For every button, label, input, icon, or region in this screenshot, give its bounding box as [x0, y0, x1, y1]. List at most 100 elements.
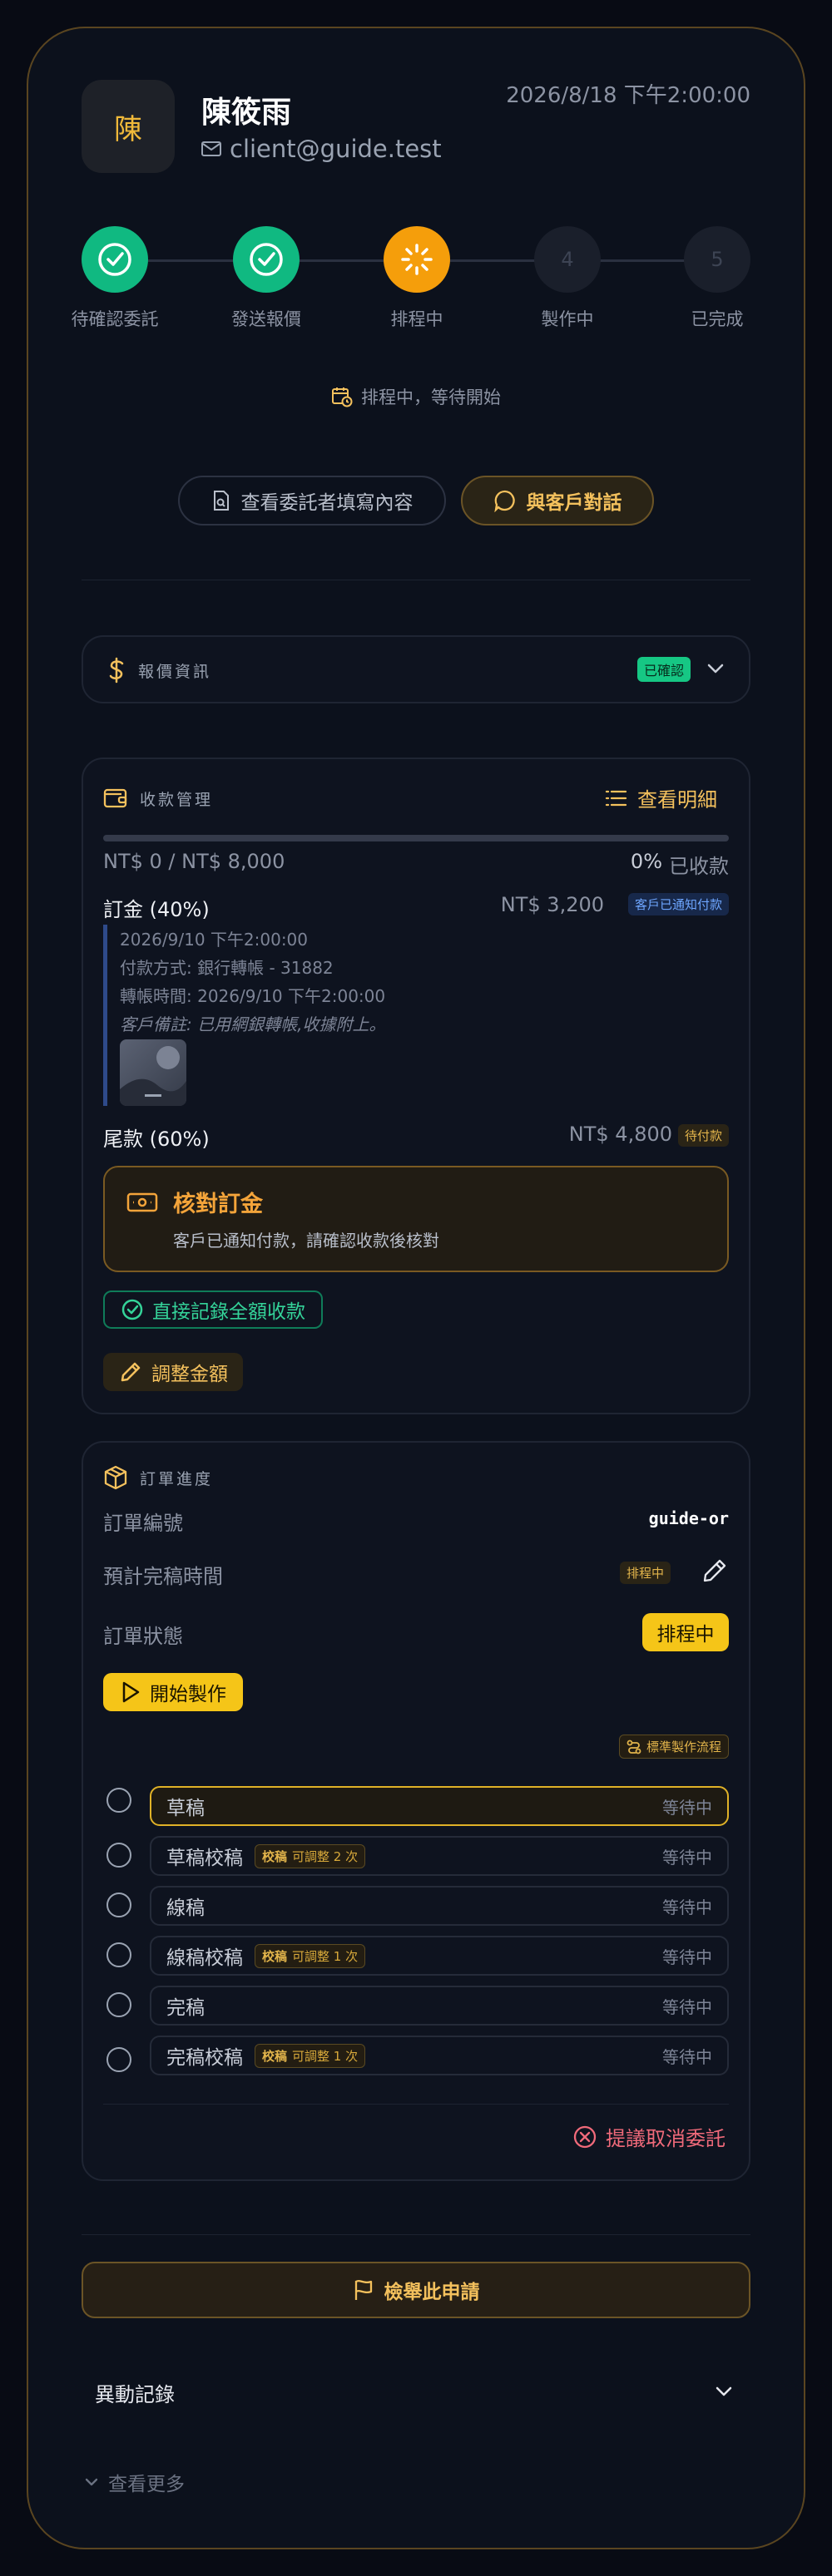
task-row[interactable]: 草稿校稿 校稿 可調整 2 次 等待中 [150, 1836, 729, 1876]
view-form-button[interactable]: 查看委託者填寫內容 [178, 476, 446, 526]
task-row[interactable]: 線稿校稿 校稿 可調整 1 次 等待中 [150, 1936, 729, 1976]
task-row[interactable]: 完稿 等待中 [150, 1986, 729, 2026]
chat-label: 與客戶對話 [526, 492, 622, 514]
task-state: 等待中 [662, 1897, 712, 1917]
step-label: 發送報價 [231, 309, 301, 329]
final-amount: NT$ 4,800 [568, 1123, 672, 1146]
task-name: 草稿 [166, 1798, 205, 1819]
review-badge: 校稿 可調整 1 次 [255, 2043, 366, 2068]
flag-icon [353, 2278, 374, 2302]
view-details-link[interactable]: 查看明細 [604, 783, 717, 812]
quote-title-text: 報價資訊 [138, 662, 212, 681]
task-state: 等待中 [662, 1797, 712, 1818]
chevron-down-icon[interactable] [714, 2383, 734, 2400]
deposit-note-line: 客戶備註: 已用網銀轉帳,收據附上。 [120, 1014, 386, 1034]
step-label: 製作中 [541, 309, 594, 329]
avatar: 陳 [82, 80, 175, 173]
eta-label: 預計完稿時間 [103, 1565, 223, 1588]
start-production-button[interactable]: 開始製作 [103, 1673, 243, 1711]
client-email: client@guide.test [201, 135, 442, 163]
adjust-count: 可調整 1 次 [292, 2048, 359, 2064]
received-pct-label: 已收款 [669, 855, 729, 878]
deposit-note-line: 2026/9/10 下午2:00:00 [120, 930, 309, 950]
pencil-icon [118, 1360, 143, 1384]
deposit-note-line: 付款方式: 銀行轉帳 - 31882 [120, 958, 334, 978]
record-full-label: 直接記錄全額收款 [152, 1301, 305, 1323]
order-title-text: 訂單進度 [140, 1469, 214, 1488]
step-label: 待確認委託 [71, 309, 159, 329]
task-name: 線稿 [166, 1897, 205, 1919]
task-name: 線稿校稿 [166, 1947, 243, 1969]
step-1-done [82, 226, 148, 293]
task-state: 等待中 [662, 2046, 712, 2067]
received-percent: 0% 已收款 [631, 850, 729, 879]
record-full-payment-button[interactable]: 直接記錄全額收款 [103, 1290, 323, 1329]
dollar-icon [106, 657, 126, 683]
verify-title: 核對訂金 [173, 1192, 263, 1217]
task-radio[interactable] [106, 1893, 131, 1917]
task-radio[interactable] [106, 2047, 131, 2072]
task-radio[interactable] [106, 1942, 131, 1967]
task-row[interactable]: 完稿校稿 校稿 可調整 1 次 等待中 [150, 2036, 729, 2075]
adjust-count: 可調整 2 次 [292, 1848, 359, 1864]
play-icon [120, 1680, 141, 1704]
received-total: NT$ 0 / NT$ 8,000 [103, 850, 285, 873]
review-tag: 校稿 [262, 2048, 288, 2064]
chat-button[interactable]: 與客戶對話 [461, 476, 654, 526]
review-badge: 校稿 可調整 2 次 [255, 1843, 366, 1868]
task-state: 等待中 [662, 1996, 712, 2017]
adjust-label: 調整金額 [151, 1364, 228, 1385]
step-4-todo: 4 [534, 226, 601, 293]
email-text: client@guide.test [230, 135, 442, 163]
check-circle-icon [98, 243, 131, 276]
order-status-value[interactable]: 排程中 [642, 1613, 729, 1651]
task-radio[interactable] [106, 1843, 131, 1868]
wallet-icon [103, 787, 128, 810]
review-badge: 校稿 可調整 1 次 [255, 1943, 366, 1968]
eta-badge: 排程中 [619, 1562, 671, 1584]
step-label: 已完成 [691, 309, 744, 329]
task-row[interactable]: 草稿 等待中 [150, 1786, 729, 1826]
divider [82, 2234, 750, 2235]
payment-title-text: 收款管理 [140, 790, 214, 809]
report-label: 檢舉此申請 [384, 2282, 480, 2303]
divider [103, 2104, 729, 2105]
receipt-thumbnail[interactable] [120, 1039, 186, 1106]
task-radio[interactable] [106, 1788, 131, 1813]
task-name: 完稿校稿 [166, 2047, 243, 2069]
final-label: 尾款 (60%) [103, 1128, 210, 1151]
review-tag: 校稿 [262, 1848, 288, 1864]
deposit-status-badge: 客戶已通知付款 [627, 893, 729, 915]
quote-title: 報價資訊 [106, 657, 211, 683]
step-label: 排程中 [390, 309, 443, 329]
deposit-amount: NT$ 3,200 [500, 893, 604, 916]
payment-progress-bar [103, 835, 729, 841]
chevron-down-icon [83, 2475, 100, 2489]
chevron-down-icon[interactable] [706, 660, 726, 677]
edit-pencil-icon[interactable] [701, 1557, 729, 1585]
propose-cancel-button[interactable]: 提議取消委託 [572, 2122, 726, 2151]
verify-deposit-box[interactable]: 核對訂金 客戶已通知付款，請確認收款後核對 [103, 1166, 729, 1272]
avatar-initial: 陳 [114, 112, 142, 146]
quote-card[interactable]: 報價資訊 已確認 [82, 635, 750, 703]
list-icon [604, 788, 627, 808]
report-button[interactable]: 檢舉此申請 [82, 2262, 750, 2318]
banknote-icon [126, 1191, 158, 1214]
view-form-label: 查看委託者填寫內容 [240, 492, 414, 514]
task-state: 等待中 [662, 1847, 712, 1868]
history-title[interactable]: 異動記錄 [95, 2378, 175, 2407]
loader-icon [401, 244, 433, 275]
x-circle-icon [572, 2124, 597, 2149]
message-circle-icon [493, 489, 517, 512]
adjust-amount-button[interactable]: 調整金額 [103, 1353, 243, 1391]
review-tag: 校稿 [262, 1948, 288, 1964]
received-pct-value: 0% [630, 850, 662, 873]
see-more-label: 查看更多 [108, 2474, 185, 2495]
task-radio[interactable] [106, 1992, 131, 2017]
task-name: 完稿 [166, 1997, 205, 2019]
check-circle-icon [250, 243, 283, 276]
see-more-link[interactable]: 查看更多 [83, 2468, 185, 2496]
check-circle-icon [121, 1298, 144, 1321]
order-status-label: 訂單狀態 [103, 1625, 183, 1648]
task-row[interactable]: 線稿 等待中 [150, 1886, 729, 1926]
